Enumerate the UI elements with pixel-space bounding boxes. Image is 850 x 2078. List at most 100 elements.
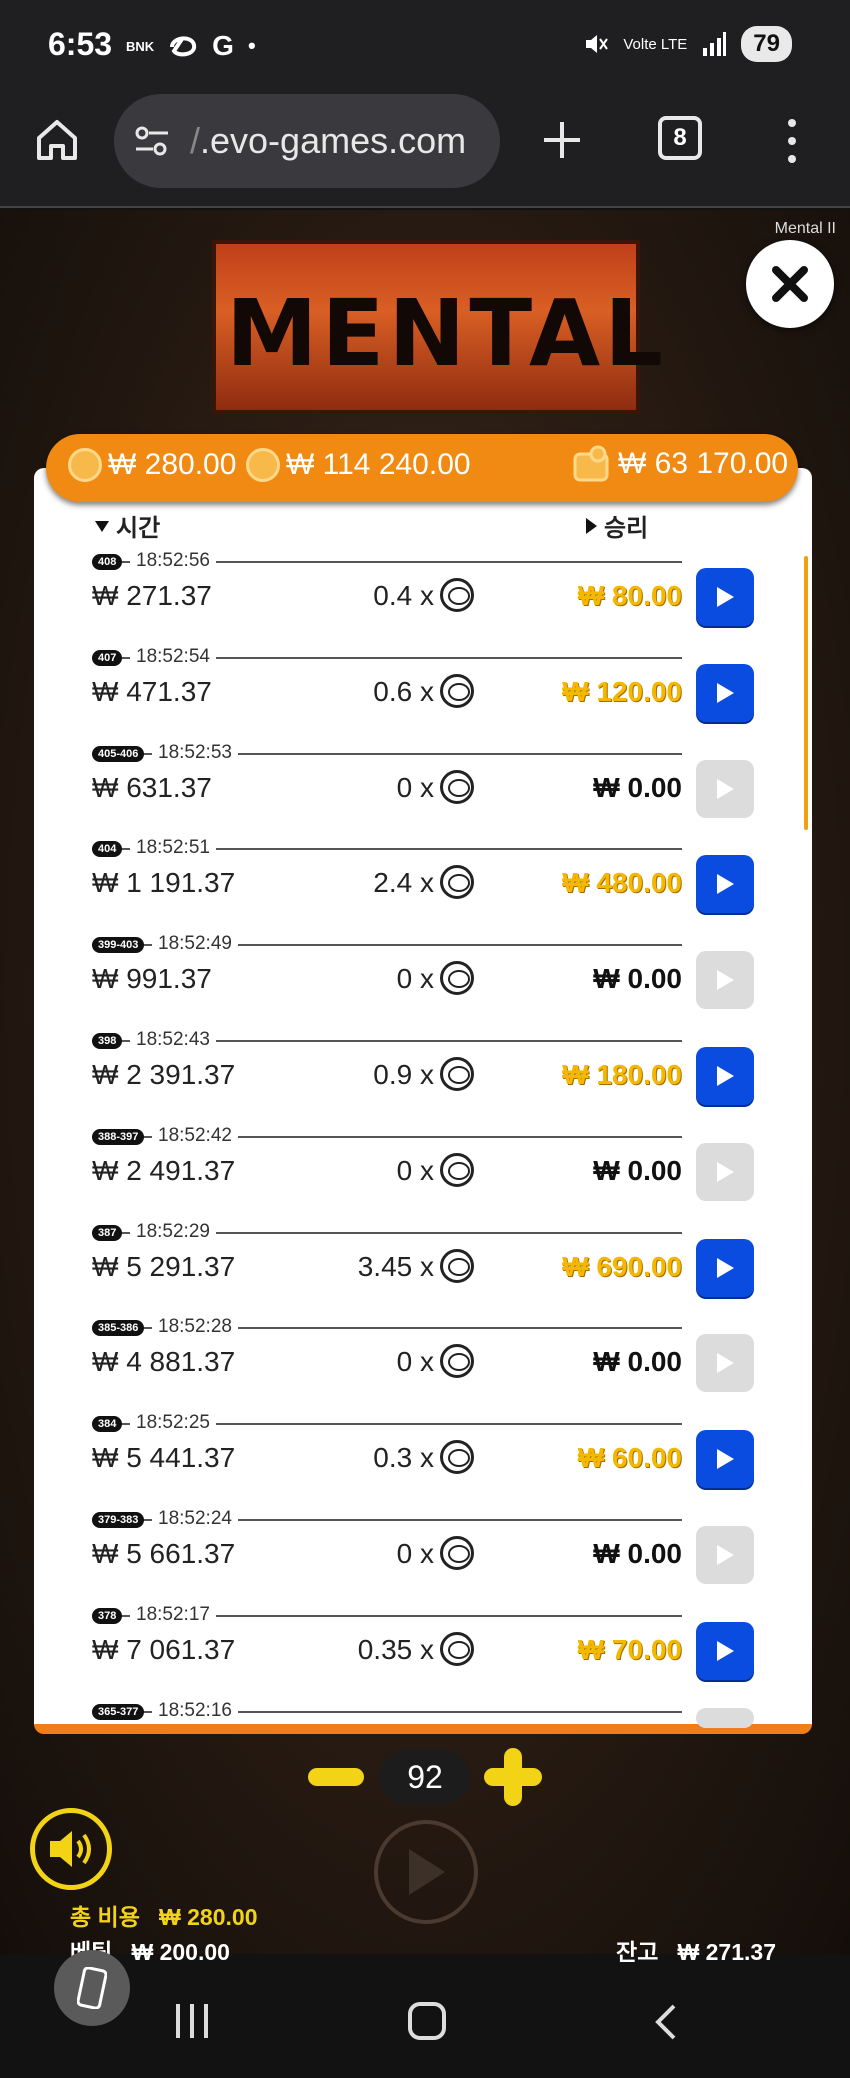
row-balance: ₩ 7 061.37 <box>92 1633 236 1665</box>
row-win: ₩ 80.00 <box>577 580 682 611</box>
round-id-badge: 379-383 <box>92 1511 145 1528</box>
history-row: 407 18:52:54 ₩ 471.37 0.6 x ₩ 120.00 <box>92 640 772 736</box>
floating-phone-button[interactable] <box>54 1950 130 2026</box>
totals-won-value: ₩ 114 240.00 <box>286 448 471 481</box>
replay-button[interactable] <box>696 568 754 626</box>
row-balance: ₩ 5 291.37 <box>92 1250 236 1282</box>
scrollbar-thumb[interactable] <box>804 556 808 830</box>
row-win: ₩ 480.00 <box>562 867 682 899</box>
row-multiplier: 2.4 x <box>373 867 434 899</box>
row-win: ₩ 0.00 <box>593 1154 682 1186</box>
total-cost-line: 총 비용 ₩ 280.00 <box>70 1898 258 1932</box>
sort-win-header[interactable]: 승리 <box>584 508 648 543</box>
row-time: 18:52:43 <box>130 1028 216 1051</box>
play-icon <box>717 1353 734 1374</box>
replay-button[interactable] <box>696 1046 754 1105</box>
signal-icon <box>703 32 727 56</box>
coin-icon <box>440 1056 474 1091</box>
round-id-badge: 388-397 <box>92 1128 145 1145</box>
close-button[interactable] <box>746 240 834 328</box>
history-row: 387 18:52:29 ₩ 5 291.37 3.45 x ₩ 690.00 <box>92 1215 772 1311</box>
history-row: 384 18:52:25 ₩ 5 441.37 0.3 x ₩ 60.00 <box>92 1406 772 1502</box>
sound-toggle-button[interactable] <box>30 1808 112 1890</box>
back-icon[interactable] <box>650 2002 680 2042</box>
replay-button[interactable] <box>696 855 754 914</box>
url-domain: .evo-games.com <box>200 120 467 161</box>
row-balance: ₩ 1 191.37 <box>92 867 236 899</box>
row-balance: ₩ 471.37 <box>92 675 212 707</box>
row-balance: ₩ 2 491.37 <box>92 1154 236 1186</box>
row-time: 18:52:54 <box>130 645 216 668</box>
total-cost-value: ₩ 280.00 <box>159 1904 258 1930</box>
round-id-badge: 385-386 <box>92 1320 145 1337</box>
replay-button <box>696 1707 754 1728</box>
menu-icon[interactable] <box>782 116 802 166</box>
replay-button[interactable] <box>696 1621 754 1680</box>
row-time: 18:52:16 <box>152 1699 238 1722</box>
round-id-badge: 398 <box>92 1032 123 1049</box>
mute-icon <box>586 35 609 53</box>
tab-switcher-button[interactable]: 8 <box>658 116 702 160</box>
row-multiplier: 0.9 x <box>373 1058 434 1090</box>
history-row: 379-383 18:52:24 ₩ 5 661.37 0 x ₩ 0.00 <box>92 1502 772 1598</box>
site-settings-icon[interactable] <box>132 121 172 161</box>
replay-button[interactable] <box>696 663 754 722</box>
play-icon <box>717 587 734 607</box>
play-icon <box>717 970 734 991</box>
row-time: 18:52:29 <box>130 1220 216 1243</box>
close-icon <box>772 266 808 302</box>
coin-icon <box>440 673 474 708</box>
row-multiplier: 0 x <box>396 1154 434 1186</box>
row-multiplier: 0 x <box>396 1346 434 1378</box>
row-balance: ₩ 5 661.37 <box>92 1537 236 1569</box>
replay-button[interactable] <box>696 1238 754 1297</box>
play-icon <box>717 778 734 799</box>
increase-bet-button[interactable] <box>484 1748 542 1806</box>
play-icon <box>717 1449 734 1470</box>
row-multiplier: 0.35 x <box>357 1633 434 1665</box>
bnk-icon: BNK <box>126 38 155 54</box>
row-balance: ₩ 991.37 <box>92 963 212 995</box>
coin-icon <box>440 1440 474 1475</box>
row-time: 18:52:28 <box>152 1316 238 1339</box>
replay-button <box>696 951 754 1010</box>
row-win: ₩ 120.00 <box>562 675 682 707</box>
browser-toolbar: /.evo-games.com 8 <box>0 88 850 208</box>
row-balance: ₩ 631.37 <box>92 771 212 803</box>
sort-right-icon <box>586 517 597 534</box>
round-id-badge: 384 <box>92 1416 123 1433</box>
address-bar[interactable]: /.evo-games.com <box>114 94 500 188</box>
decrease-bet-button[interactable] <box>308 1768 364 1786</box>
replay-button[interactable] <box>696 1430 754 1489</box>
bet-count-display: 92 <box>380 1750 470 1804</box>
network-label: Volte LTE <box>623 35 688 53</box>
row-time: 18:52:56 <box>130 550 216 572</box>
game-logo: MENTAL <box>212 240 663 414</box>
nav-home-button[interactable] <box>408 2002 446 2040</box>
row-multiplier: 0 x <box>396 771 434 803</box>
replay-button <box>696 1142 754 1201</box>
row-win: ₩ 690.00 <box>562 1250 682 1282</box>
row-balance: ₩ 271.37 <box>92 580 212 611</box>
win-column-label: 승리 <box>604 515 649 542</box>
game-title-tag: Mental II <box>774 220 836 237</box>
history-row: 404 18:52:51 ₩ 1 191.37 2.4 x ₩ 480.00 <box>92 831 772 927</box>
totals-cost-value: ₩ 280.00 <box>108 448 237 481</box>
android-nav-bar <box>0 1954 850 2078</box>
sort-time-header[interactable]: 시간 <box>94 508 160 543</box>
recent-apps-icon[interactable] <box>172 2004 212 2038</box>
history-row: 408 18:52:56 ₩ 271.37 0.4 x ₩ 80.00 <box>92 544 772 640</box>
coin-icon <box>440 961 474 996</box>
new-tab-icon[interactable] <box>540 118 584 162</box>
totals-bar: ₩ 280.00 ₩ 114 240.00 ₩ 63 170.00 <box>46 434 798 502</box>
history-row: 385-386 18:52:28 ₩ 4 881.37 0 x ₩ 0.00 <box>92 1310 772 1406</box>
round-id-badge: 408 <box>92 554 123 570</box>
replay-button <box>696 759 754 818</box>
round-id-badge: 407 <box>92 649 123 666</box>
spin-button[interactable] <box>374 1820 478 1924</box>
history-row: 398 18:52:43 ₩ 2 391.37 0.9 x ₩ 180.00 <box>92 1023 772 1119</box>
play-icon <box>717 1640 734 1661</box>
home-icon[interactable] <box>34 116 80 162</box>
wallet-icon <box>573 445 609 482</box>
history-row: 399-403 18:52:49 ₩ 991.37 0 x ₩ 0.00 <box>92 927 772 1023</box>
